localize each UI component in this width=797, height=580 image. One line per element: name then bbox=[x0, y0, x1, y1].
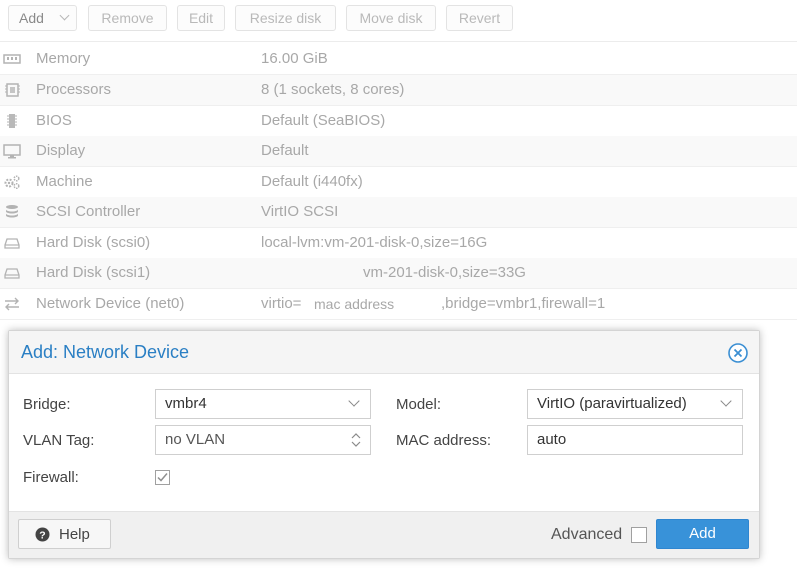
add-button-label: Add bbox=[19, 10, 44, 26]
vlan-tag-spinner[interactable]: no VLAN bbox=[155, 425, 371, 455]
memory-icon bbox=[3, 51, 21, 67]
hardware-row-memory[interactable]: Memory 16.00 GiB bbox=[0, 44, 797, 75]
hardware-key: BIOS bbox=[36, 112, 72, 129]
hardware-value: VirtIO SCSI bbox=[261, 203, 339, 220]
firewall-checkbox[interactable] bbox=[155, 470, 170, 485]
hardware-key: Memory bbox=[36, 50, 91, 67]
hardware-row-processors[interactable]: Processors 8 (1 sockets, 8 cores) bbox=[0, 75, 797, 106]
revert-button[interactable]: Revert bbox=[446, 5, 513, 31]
bridge-select[interactable]: vmbr4 bbox=[155, 389, 371, 419]
hardware-key: Hard Disk (scsi1) bbox=[36, 264, 151, 281]
hardware-key: Machine bbox=[36, 173, 93, 190]
hardware-key: SCSI Controller bbox=[36, 203, 141, 220]
hardware-value: Default (SeaBIOS) bbox=[261, 112, 386, 129]
hardware-key: Network Device (net0) bbox=[36, 295, 185, 312]
hardware-value: vm-201-disk-0,size=33G bbox=[363, 264, 526, 281]
hardware-row-hard-disk-scsi0[interactable]: Hard Disk (scsi0) local-lvm:vm-201-disk-… bbox=[0, 228, 797, 259]
vlan-tag-value: no VLAN bbox=[165, 431, 226, 448]
hardware-value: local-lvm:vm-201-disk-0,size=16G bbox=[261, 234, 488, 251]
hardware-row-network-device[interactable]: Network Device (net0) virtio= mac addres… bbox=[0, 289, 797, 320]
edit-button[interactable]: Edit bbox=[177, 5, 225, 31]
hardware-key: Processors bbox=[36, 81, 112, 98]
hardware-value: Default bbox=[261, 142, 309, 159]
dialog-title: Add: Network Device bbox=[21, 342, 190, 362]
model-label: Model: bbox=[396, 396, 442, 413]
hardware-row-scsi-controller[interactable]: SCSI Controller VirtIO SCSI bbox=[0, 197, 797, 228]
hardware-value: Default (i440fx) bbox=[261, 173, 363, 190]
checkmark-icon bbox=[157, 473, 168, 482]
help-label: Help bbox=[59, 526, 90, 543]
hardware-row-hard-disk-scsi1[interactable]: Hard Disk (scsi1) vm-201-disk-0,size=33G bbox=[0, 258, 797, 289]
hard-disk-icon bbox=[3, 265, 21, 281]
resize-disk-button[interactable]: Resize disk bbox=[235, 5, 336, 31]
hardware-key: Hard Disk (scsi0) bbox=[36, 234, 151, 251]
hardware-value-suffix: ,bridge=vmbr1,firewall=1 bbox=[441, 295, 606, 312]
firewall-label: Firewall: bbox=[23, 469, 79, 486]
move-disk-button[interactable]: Move disk bbox=[346, 5, 436, 31]
dialog-footer: ? Help Advanced Add bbox=[9, 511, 759, 558]
bridge-label: Bridge: bbox=[23, 396, 71, 413]
dialog-header: Add: Network Device bbox=[9, 331, 759, 374]
hardware-row-display[interactable]: Display Default bbox=[0, 136, 797, 167]
hardware-value: 8 (1 sockets, 8 cores) bbox=[261, 81, 405, 98]
mac-address-input[interactable]: auto bbox=[527, 425, 743, 455]
hard-disk-icon bbox=[3, 235, 21, 251]
chevron-down-icon bbox=[59, 10, 70, 21]
bios-chip-icon bbox=[3, 113, 21, 129]
add-network-device-dialog: Add: Network Device Bridge: vmbr4 Model:… bbox=[8, 330, 760, 559]
hardware-row-bios[interactable]: BIOS Default (SeaBIOS) bbox=[0, 106, 797, 137]
hardware-value-prefix: virtio= bbox=[261, 295, 302, 312]
model-select[interactable]: VirtIO (paravirtualized) bbox=[527, 389, 743, 419]
mac-address-value: auto bbox=[537, 431, 567, 448]
hardware-toolbar: Add Remove Edit Resize disk Move disk Re… bbox=[0, 0, 797, 38]
chevron-down-icon bbox=[348, 395, 360, 407]
network-exchange-icon bbox=[3, 296, 21, 312]
bridge-value: vmbr4 bbox=[165, 395, 207, 412]
mac-address-label: MAC address: bbox=[396, 432, 492, 449]
remove-button[interactable]: Remove bbox=[88, 5, 167, 31]
close-icon[interactable] bbox=[728, 343, 748, 363]
hardware-value: 16.00 GiB bbox=[261, 50, 328, 67]
spinner-arrows-icon[interactable] bbox=[351, 431, 361, 449]
add-confirm-button[interactable]: Add bbox=[656, 519, 749, 549]
toolbar-divider bbox=[0, 41, 797, 42]
processor-icon bbox=[3, 82, 21, 98]
machine-cogs-icon bbox=[3, 174, 21, 190]
database-icon bbox=[3, 204, 21, 220]
hardware-key: Display bbox=[36, 142, 86, 159]
question-circle-icon: ? bbox=[35, 527, 50, 542]
display-monitor-icon bbox=[3, 143, 21, 159]
hardware-value-mac: mac address bbox=[314, 296, 395, 312]
advanced-label: Advanced bbox=[551, 526, 623, 543]
help-button[interactable]: ? Help bbox=[18, 519, 111, 549]
hardware-row-machine[interactable]: Machine Default (i440fx) bbox=[0, 167, 797, 198]
add-button[interactable]: Add bbox=[8, 5, 77, 31]
chevron-down-icon bbox=[720, 395, 732, 407]
advanced-checkbox[interactable] bbox=[631, 527, 647, 543]
model-value: VirtIO (paravirtualized) bbox=[537, 395, 687, 412]
svg-text:?: ? bbox=[39, 529, 45, 541]
vlan-tag-label: VLAN Tag: bbox=[23, 432, 95, 449]
